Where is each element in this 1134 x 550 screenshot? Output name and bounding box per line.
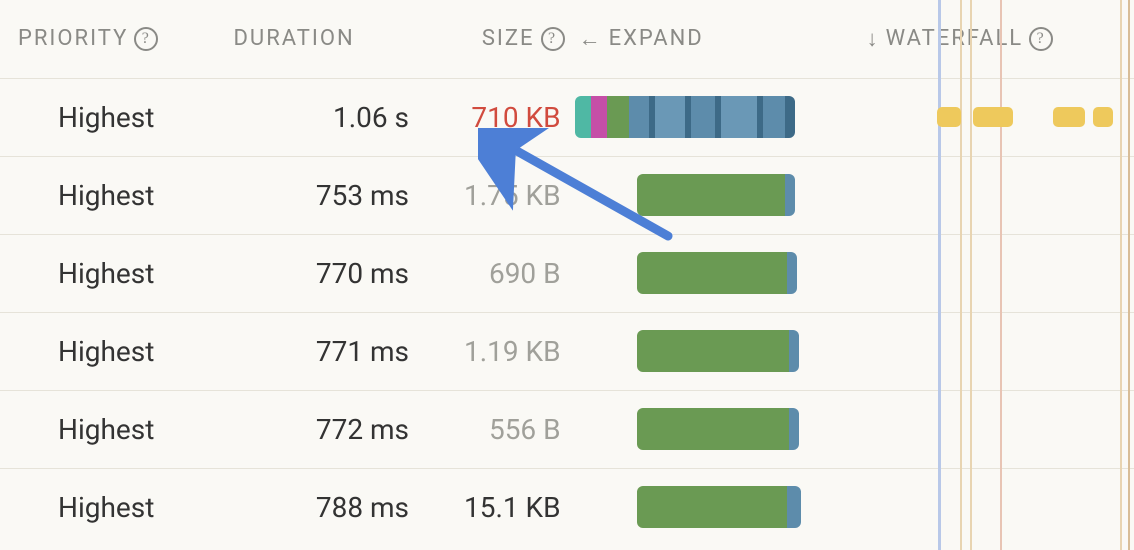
priority-cell: Highest bbox=[0, 234, 229, 312]
requests-table: PRIORITY ? DURATION SIZE ? ← EXPAND bbox=[0, 0, 1134, 546]
col-header-duration[interactable]: DURATION bbox=[229, 0, 419, 78]
duration-cell: 771 ms bbox=[229, 312, 419, 390]
timing-bar-cell bbox=[569, 312, 801, 390]
waterfall-marker[interactable] bbox=[937, 107, 961, 127]
duration-cell: 788 ms bbox=[229, 468, 419, 546]
priority-cell: Highest bbox=[0, 78, 229, 156]
bar-segment bbox=[785, 174, 795, 216]
waterfall-header-label: WATERFALL bbox=[886, 26, 1024, 51]
bar-segment bbox=[655, 96, 685, 138]
timing-bar[interactable] bbox=[637, 174, 795, 216]
priority-cell: Highest bbox=[0, 390, 229, 468]
bar-segment bbox=[691, 96, 715, 138]
bar-segment bbox=[575, 96, 591, 138]
table-row[interactable]: Highest788 ms15.1 KB bbox=[0, 468, 1134, 546]
table-row[interactable]: Highest1.06 s710 KB bbox=[0, 78, 1134, 156]
arrow-left-icon: ← bbox=[579, 26, 603, 52]
col-header-priority[interactable]: PRIORITY ? bbox=[0, 0, 229, 78]
duration-cell: 1.06 s bbox=[229, 78, 419, 156]
priority-cell: Highest bbox=[0, 312, 229, 390]
timing-bar[interactable] bbox=[637, 408, 799, 450]
waterfall-cell bbox=[801, 234, 1134, 312]
size-cell: 690 B bbox=[419, 234, 569, 312]
waterfall-cell bbox=[801, 156, 1134, 234]
waterfall-cell bbox=[801, 390, 1134, 468]
bar-segment bbox=[637, 408, 789, 450]
size-cell: 1.75 KB bbox=[419, 156, 569, 234]
timing-bar-cell bbox=[569, 468, 801, 546]
duration-header-label: DURATION bbox=[233, 26, 354, 51]
col-header-waterfall[interactable]: ↓ WATERFALL ? bbox=[801, 0, 1134, 78]
timing-bar[interactable] bbox=[637, 330, 799, 372]
waterfall-cell bbox=[801, 78, 1134, 156]
bar-segment bbox=[785, 96, 795, 138]
table-header-row: PRIORITY ? DURATION SIZE ? ← EXPAND bbox=[0, 0, 1134, 78]
size-header-label: SIZE bbox=[482, 26, 535, 51]
bar-segment bbox=[637, 252, 787, 294]
timing-bar-cell bbox=[569, 156, 801, 234]
size-cell: 556 B bbox=[419, 390, 569, 468]
waterfall-cell bbox=[801, 312, 1134, 390]
col-header-expand[interactable]: ← EXPAND bbox=[569, 0, 801, 78]
waterfall-marker[interactable] bbox=[1093, 107, 1113, 127]
priority-cell: Highest bbox=[0, 468, 229, 546]
bar-segment bbox=[787, 252, 797, 294]
priority-header-label: PRIORITY bbox=[18, 26, 128, 51]
priority-cell: Highest bbox=[0, 156, 229, 234]
table-row[interactable]: Highest770 ms690 B bbox=[0, 234, 1134, 312]
timing-bar-cell bbox=[569, 234, 801, 312]
bar-segment bbox=[607, 96, 629, 138]
help-icon[interactable]: ? bbox=[541, 27, 565, 51]
help-icon[interactable]: ? bbox=[134, 27, 158, 51]
expand-header-label: EXPAND bbox=[609, 26, 704, 51]
timing-bar[interactable] bbox=[575, 96, 795, 138]
bar-segment bbox=[637, 330, 789, 372]
col-header-size[interactable]: SIZE ? bbox=[419, 0, 569, 78]
bar-segment bbox=[637, 174, 785, 216]
arrow-down-icon: ↓ bbox=[867, 26, 880, 52]
timing-bar-cell bbox=[569, 390, 801, 468]
waterfall-cell bbox=[801, 468, 1134, 546]
duration-cell: 770 ms bbox=[229, 234, 419, 312]
timing-bar-cell bbox=[569, 78, 801, 156]
table-row[interactable]: Highest772 ms556 B bbox=[0, 390, 1134, 468]
bar-segment bbox=[721, 96, 757, 138]
duration-cell: 753 ms bbox=[229, 156, 419, 234]
bar-segment bbox=[629, 96, 649, 138]
waterfall-marker[interactable] bbox=[1053, 107, 1085, 127]
size-cell: 1.19 KB bbox=[419, 312, 569, 390]
size-cell: 15.1 KB bbox=[419, 468, 569, 546]
timing-bar[interactable] bbox=[637, 252, 797, 294]
size-cell: 710 KB bbox=[419, 78, 569, 156]
bar-segment bbox=[591, 96, 607, 138]
duration-cell: 772 ms bbox=[229, 390, 419, 468]
bar-segment bbox=[789, 330, 799, 372]
table-row[interactable]: Highest771 ms1.19 KB bbox=[0, 312, 1134, 390]
timing-bar[interactable] bbox=[637, 486, 801, 528]
help-icon[interactable]: ? bbox=[1029, 27, 1053, 51]
bar-segment bbox=[787, 486, 801, 528]
bar-segment bbox=[637, 486, 787, 528]
bar-segment bbox=[789, 408, 799, 450]
waterfall-marker[interactable] bbox=[973, 107, 1013, 127]
table-row[interactable]: Highest753 ms1.75 KB bbox=[0, 156, 1134, 234]
bar-segment bbox=[763, 96, 785, 138]
